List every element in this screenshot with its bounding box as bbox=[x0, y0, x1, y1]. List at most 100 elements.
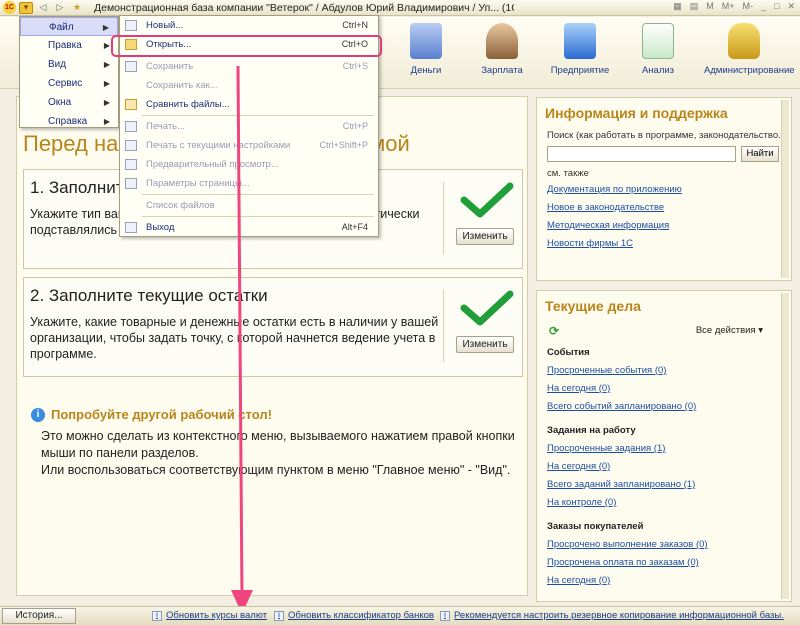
link-task[interactable]: На сегодня (0) bbox=[547, 461, 610, 472]
money-icon bbox=[410, 23, 442, 59]
menu-item-preview[interactable]: Предварительный просмотр... bbox=[120, 155, 378, 174]
menu-item-save[interactable]: Сохранить Ctrl+S bbox=[120, 57, 378, 76]
menu-item-help[interactable]: Справка ▶ bbox=[20, 112, 118, 131]
section-salary[interactable]: Зарплата bbox=[462, 23, 542, 76]
section-enterprise[interactable]: Предприятие bbox=[540, 23, 620, 76]
link-task[interactable]: Просроченные события (0) bbox=[547, 365, 666, 376]
link-news[interactable]: Новости фирмы 1С bbox=[547, 238, 633, 249]
favorites-icon[interactable]: ★ bbox=[70, 2, 84, 14]
save-icon bbox=[125, 61, 137, 72]
preview-icon bbox=[125, 159, 137, 170]
memory-plus-button[interactable]: M+ bbox=[719, 1, 738, 12]
step-balances: 2. Заполните текущие остатки Укажите, ка… bbox=[23, 277, 523, 377]
section-administration[interactable]: Администрирование bbox=[704, 23, 795, 76]
compare-files-icon bbox=[125, 99, 137, 110]
try-title: Попробуйте другой рабочий стол! bbox=[51, 407, 272, 422]
link-update-banks[interactable]: i Обновить классификатор банков bbox=[274, 610, 434, 621]
close-button[interactable]: ✕ bbox=[784, 1, 798, 12]
maximize-button[interactable]: □ bbox=[771, 1, 782, 12]
title-bar: 1С ▾ ◁ ▷ ★ Демонстрационная база компани… bbox=[0, 0, 800, 16]
section-money[interactable]: Деньги bbox=[386, 23, 466, 76]
info-icon: i bbox=[274, 610, 284, 621]
menu-item-compare[interactable]: Сравнить файлы... bbox=[120, 95, 378, 114]
panel-title: Информация и поддержка bbox=[545, 105, 728, 121]
print-icon bbox=[125, 121, 137, 132]
menu-separator bbox=[142, 194, 374, 195]
search-input[interactable] bbox=[547, 146, 736, 162]
link-task[interactable]: На сегодня (0) bbox=[547, 575, 610, 586]
menu-separator bbox=[142, 216, 374, 217]
menu-item-new[interactable]: Новый... Ctrl+N bbox=[120, 16, 378, 35]
step-title: 2. Заполните текущие остатки bbox=[30, 286, 268, 305]
try-text-1: Это можно сделать из контекстного меню, … bbox=[41, 429, 515, 460]
minimize-button[interactable]: _ bbox=[758, 1, 769, 12]
calculator-icon[interactable]: ▤ bbox=[687, 1, 702, 12]
divider bbox=[443, 182, 444, 254]
link-documentation[interactable]: Документация по приложению bbox=[547, 184, 682, 195]
submenu-arrow-icon: ▶ bbox=[103, 79, 110, 88]
check-icon bbox=[460, 290, 514, 326]
menu-item-page-setup[interactable]: Параметры страницы... bbox=[120, 174, 378, 193]
info-icon: i bbox=[31, 407, 45, 422]
page-setup-icon bbox=[125, 178, 137, 189]
try-text-2: Или воспользоваться соответствующим пунк… bbox=[41, 463, 511, 477]
scrollbar[interactable] bbox=[781, 293, 789, 599]
link-task[interactable]: На контроле (0) bbox=[547, 497, 616, 508]
main-menu-dropdown: Файл ▶ Правка ▶ Вид ▶ Сервис ▶ Окна ▶ Справка… bbox=[19, 16, 119, 128]
menu-item-save-as[interactable]: Сохранить как... bbox=[120, 76, 378, 95]
menu-item-service[interactable]: Сервис ▶ bbox=[20, 74, 118, 93]
new-file-icon bbox=[125, 20, 137, 31]
exit-icon bbox=[125, 222, 137, 233]
submenu-arrow-icon: ▶ bbox=[103, 41, 110, 50]
menu-item-windows[interactable]: Окна ▶ bbox=[20, 93, 118, 112]
section-analysis[interactable]: Анализ bbox=[618, 23, 698, 76]
salary-icon bbox=[486, 23, 518, 59]
menu-item-edit[interactable]: Правка ▶ bbox=[20, 36, 118, 55]
calendar-icon[interactable]: ▦ bbox=[670, 1, 685, 12]
menu-item-file[interactable]: Файл ▶ bbox=[20, 17, 118, 36]
link-task[interactable]: На сегодня (0) bbox=[547, 383, 610, 394]
status-bar: История... i Обновить курсы валют i Обнови… bbox=[0, 606, 800, 625]
group-title: Задания на работу bbox=[547, 425, 636, 436]
memory-m-button[interactable]: M bbox=[703, 1, 717, 12]
group-title: Заказы покупателей bbox=[547, 521, 644, 532]
link-task[interactable]: Просрочена оплата по заказам (0) bbox=[547, 557, 699, 568]
analysis-icon bbox=[642, 23, 674, 59]
scrollbar[interactable] bbox=[781, 100, 789, 278]
search-button[interactable]: Найти bbox=[741, 146, 779, 162]
enterprise-icon bbox=[564, 23, 596, 59]
link-task[interactable]: Всего заданий запланировано (1) bbox=[547, 479, 695, 490]
edit-balances-button[interactable]: Изменить bbox=[456, 336, 514, 353]
info-icon: i bbox=[152, 610, 162, 621]
link-task[interactable]: Просроченные задания (1) bbox=[547, 443, 665, 454]
history-button[interactable]: История... bbox=[2, 608, 76, 624]
link-task[interactable]: Всего событий запланировано (0) bbox=[547, 401, 696, 412]
submenu-arrow-icon: ▶ bbox=[103, 60, 110, 69]
main-menu-button[interactable]: ▾ bbox=[19, 1, 33, 14]
back-icon[interactable]: ◁ bbox=[36, 2, 50, 14]
submenu-arrow-icon: ▶ bbox=[103, 98, 110, 107]
link-update-currency[interactable]: i Обновить курсы валют bbox=[152, 610, 267, 621]
search-label: Поиск (как работать в программе, законод… bbox=[547, 130, 787, 141]
current-tasks-panel: Текущие дела ⟳ Все действия ▾ События Пр… bbox=[536, 290, 792, 602]
link-legislation[interactable]: Новое в законодательстве bbox=[547, 202, 664, 213]
memory-minus-button[interactable]: M- bbox=[740, 1, 757, 12]
refresh-icon[interactable]: ⟳ bbox=[549, 324, 559, 338]
window-title: Демонстрационная база компании "Ветерок"… bbox=[94, 1, 514, 14]
link-backup-recommendation[interactable]: i Рекомендуется настроить резервное копир… bbox=[440, 610, 784, 621]
menu-item-print-current[interactable]: Печать с текущими настройками Ctrl+Shift+… bbox=[120, 136, 378, 155]
forward-icon[interactable]: ▷ bbox=[53, 2, 67, 14]
menu-item-exit[interactable]: Выход Alt+F4 bbox=[120, 218, 378, 237]
step-text: Укажите, какие товарные и денежные остат… bbox=[30, 315, 439, 361]
edit-organization-button[interactable]: Изменить bbox=[456, 228, 514, 245]
menu-item-view[interactable]: Вид ▶ bbox=[20, 55, 118, 74]
link-methodology[interactable]: Методическая информация bbox=[547, 220, 669, 231]
all-actions-menu[interactable]: Все действия ▾ bbox=[696, 325, 763, 336]
see-also-label: см. также bbox=[547, 168, 589, 179]
submenu-arrow-icon: ▶ bbox=[102, 23, 109, 32]
app-logo-icon[interactable]: 1С bbox=[3, 1, 16, 14]
link-task[interactable]: Просрочено выполнение заказов (0) bbox=[547, 539, 708, 550]
menu-item-file-list[interactable]: Список файлов bbox=[120, 196, 378, 215]
menu-item-print[interactable]: Печать... Ctrl+P bbox=[120, 117, 378, 136]
divider bbox=[443, 290, 444, 362]
